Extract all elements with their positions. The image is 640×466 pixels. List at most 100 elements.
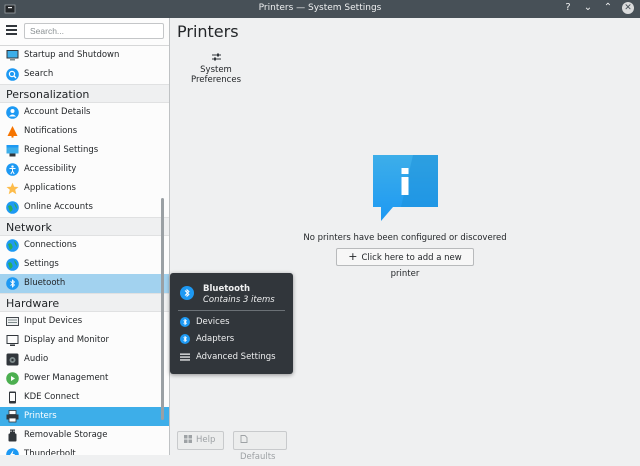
popup-subtitle: Contains 3 items (203, 295, 275, 305)
category-header-hardware: Hardware (0, 293, 169, 312)
bluetooth-icon (180, 317, 190, 327)
defaults-button[interactable]: Defaults (233, 431, 287, 462)
sidebar-item-connections[interactable]: Connections (0, 236, 169, 255)
window-title: Printers — System Settings (258, 3, 382, 13)
popup-item-label: Devices (196, 317, 230, 327)
sidebar-scrollbar[interactable] (161, 198, 164, 420)
help-button[interactable]: Help (177, 431, 224, 450)
sidebar-item-label: Online Accounts (24, 202, 93, 212)
sidebar-item-power-management[interactable]: Power Management (0, 369, 169, 388)
globe-icon (6, 201, 19, 214)
regional-icon (6, 145, 19, 157)
sidebar-item-label: Power Management (24, 373, 109, 383)
keyboard-icon (6, 317, 19, 326)
sidebar-item-label: Bluetooth (24, 278, 66, 288)
sidebar-item-notifications[interactable]: Notifications (0, 122, 169, 141)
close-button[interactable]: ✕ (622, 2, 634, 14)
bluetooth-icon (180, 334, 190, 344)
search-input[interactable] (24, 23, 164, 39)
sidebar-item-startup-and-shutdown[interactable]: Startup and Shutdown (0, 46, 169, 65)
sidebar-item-label: Connections (24, 240, 77, 250)
bell-icon (7, 126, 18, 138)
bluetooth-icon (6, 277, 19, 290)
search-icon (6, 68, 19, 81)
sidebar-item-label: Startup and Shutdown (24, 50, 120, 60)
sidebar-item-label: Regional Settings (24, 145, 99, 155)
sidebar-item-input-devices[interactable]: Input Devices (0, 312, 169, 331)
sidebar-item-label: Account Details (24, 107, 91, 117)
sidebar-item-display-and-monitor[interactable]: Display and Monitor (0, 331, 169, 350)
popup-item-adapters[interactable]: Adapters (178, 331, 288, 347)
popup-divider (178, 310, 285, 311)
sidebar: Startup and Shutdown Search Personalizatio… (0, 18, 170, 455)
sidebar-item-applications[interactable]: Applications (0, 179, 169, 198)
add-printer-label: Click here to add a new printer (361, 253, 462, 279)
popup-title: Bluetooth (203, 284, 251, 294)
category-header-network: Network (0, 217, 169, 236)
maximize-button[interactable]: ⌃ (602, 1, 614, 15)
sidebar-item-printers[interactable]: Printers (0, 407, 169, 426)
sidebar-item-search[interactable]: Search (0, 65, 169, 84)
defaults-icon (240, 435, 248, 443)
page-title: Printers (177, 22, 239, 41)
sidebar-item-regional-settings[interactable]: Regional Settings (0, 141, 169, 160)
system-preferences-button[interactable]: System Preferences (174, 49, 258, 85)
speaker-icon (6, 353, 19, 366)
menu-icon (180, 353, 190, 361)
sidebar-item-label: Audio (24, 354, 49, 364)
sidebar-item-label: Accessibility (24, 164, 77, 174)
sidebar-item-settings[interactable]: Settings (0, 255, 169, 274)
thunderbolt-icon (6, 448, 19, 455)
sidebar-item-label: KDE Connect (24, 392, 80, 402)
star-icon (6, 182, 19, 195)
popup-item-advanced-settings[interactable]: Advanced Settings (178, 349, 288, 365)
title-bar: Printers — System Settings ? ⌄ ⌃ ✕ (0, 0, 640, 18)
add-printer-button[interactable]: + Click here to add a new printer (336, 248, 474, 279)
accessibility-icon (6, 163, 19, 176)
help-window-button[interactable]: ? (562, 1, 574, 15)
info-icon (373, 155, 438, 221)
empty-state-message: No printers have been configured or disc… (303, 233, 507, 243)
sidebar-item-label: Display and Monitor (24, 335, 110, 345)
sidebar-item-thunderbolt[interactable]: Thunderbolt (0, 445, 169, 455)
sidebar-item-online-accounts[interactable]: Online Accounts (0, 198, 169, 217)
minimize-button[interactable]: ⌄ (582, 1, 594, 15)
sidebar-item-label: Settings (24, 259, 59, 269)
display-icon (6, 335, 19, 346)
sidebar-item-kde-connect[interactable]: KDE Connect (0, 388, 169, 407)
sidebar-toolbar (0, 18, 169, 46)
globe-icon (6, 258, 19, 271)
monitor-icon (6, 50, 19, 61)
power-icon (6, 372, 19, 385)
main-panel: Printers System Preferences No printers … (170, 18, 640, 462)
sidebar-item-label: Search (24, 69, 54, 79)
category-header-personalization: Personalization (0, 84, 169, 103)
sidebar-item-accessibility[interactable]: Accessibility (0, 160, 169, 179)
help-icon (184, 435, 192, 443)
popup-item-label: Advanced Settings (196, 352, 276, 362)
account-icon (6, 106, 19, 119)
sidebar-item-account-details[interactable]: Account Details (0, 103, 169, 122)
sidebar-item-label: Printers (24, 411, 57, 421)
phone-icon (9, 391, 16, 404)
sidebar-item-label: Input Devices (24, 316, 83, 326)
sidebar-item-label: Thunderbolt (24, 449, 76, 455)
bluetooth-icon (180, 286, 194, 300)
hamburger-menu-icon[interactable] (6, 25, 17, 35)
popup-item-devices[interactable]: Devices (178, 314, 288, 330)
help-label: Help (196, 435, 216, 445)
popup-item-label: Adapters (196, 334, 235, 344)
sidebar-item-label: Notifications (24, 126, 78, 136)
sidebar-item-label: Removable Storage (24, 430, 108, 440)
system-preferences-label: System Preferences (191, 65, 241, 85)
sidebar-item-removable-storage[interactable]: Removable Storage (0, 426, 169, 445)
defaults-label: Defaults (240, 452, 276, 462)
globe-icon (6, 239, 19, 252)
printer-icon (6, 410, 19, 423)
bluetooth-submenu-popup: Bluetooth Contains 3 items Devices Adapte… (170, 273, 293, 374)
configure-icon (211, 53, 221, 61)
sidebar-item-audio[interactable]: Audio (0, 350, 169, 369)
usb-icon (8, 429, 17, 442)
sidebar-item-bluetooth[interactable]: Bluetooth (0, 274, 169, 293)
plus-icon: + (348, 250, 358, 263)
